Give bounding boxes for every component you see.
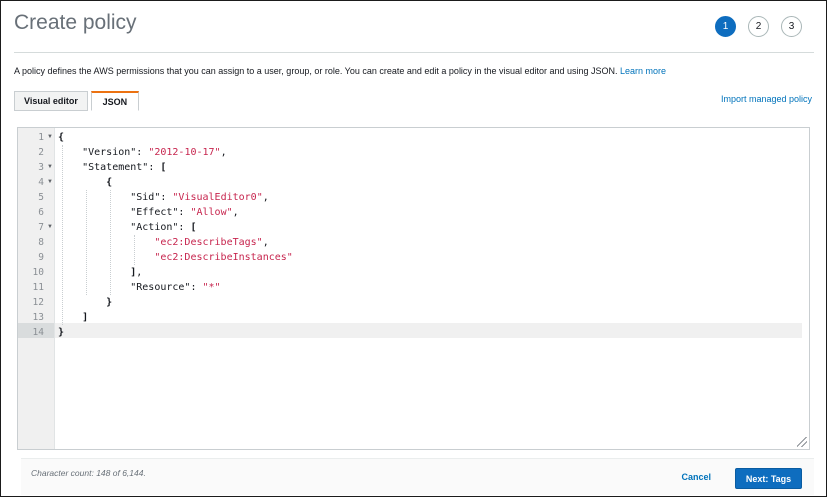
page-title: Create policy <box>14 11 137 34</box>
code-line-11: "Resource": "*" <box>130 282 221 293</box>
line-number: 14 <box>32 327 44 338</box>
code-line-3: "Statement": [ <box>82 162 167 173</box>
line-number: 8 <box>38 237 44 248</box>
code-line-9: "ec2:DescribeInstances" <box>154 252 293 263</box>
line-number: 11 <box>32 282 44 293</box>
line-number: 10 <box>32 267 44 278</box>
step-1[interactable]: 1 <box>715 16 736 37</box>
code-line-8: "ec2:DescribeTags", <box>154 237 269 248</box>
character-count: Character count: 148 of 6,144. <box>31 468 146 478</box>
tab-visual-editor[interactable]: Visual editor <box>14 91 88 111</box>
next-tags-button[interactable]: Next: Tags <box>735 468 802 489</box>
description-text: A policy defines the AWS permissions tha… <box>14 66 618 76</box>
fold-toggle-icon[interactable]: ▼ <box>47 130 53 145</box>
create-policy-window: Create policy 1 2 3 A policy defines the… <box>0 0 827 497</box>
line-number: 3 <box>38 162 44 173</box>
line-number: 2 <box>38 147 44 158</box>
code-line-12: } <box>106 297 113 308</box>
code-line-5: "Sid": "VisualEditor0", <box>130 192 269 203</box>
json-editor[interactable]: 1 2 3 4 5 6 7 8 9 10 11 12 13 14 ▼ ▼ ▼ ▼… <box>17 127 810 450</box>
code-line-2: "Version": "2012-10-17", <box>82 147 227 158</box>
code-line-4: { <box>106 177 113 188</box>
fold-toggle-icon[interactable]: ▼ <box>47 175 53 190</box>
code-line-10: ], <box>130 267 143 278</box>
fold-toggle-icon[interactable]: ▼ <box>47 160 53 175</box>
line-number: 9 <box>38 252 44 263</box>
import-managed-policy-link[interactable]: Import managed policy <box>721 94 812 104</box>
header-divider <box>14 52 814 53</box>
tab-json[interactable]: JSON <box>90 91 139 111</box>
code-line-1: { <box>58 132 65 143</box>
line-number: 7 <box>38 222 44 233</box>
footer-bar: Character count: 148 of 6,144. Cancel Ne… <box>21 458 814 495</box>
line-number: 12 <box>32 297 44 308</box>
code-line-7: "Action": [ <box>130 222 197 233</box>
fold-toggle-icon[interactable]: ▼ <box>47 220 53 235</box>
step-2[interactable]: 2 <box>748 16 769 37</box>
line-number: 1 <box>38 132 44 143</box>
line-number: 4 <box>38 177 44 188</box>
code-line-6: "Effect": "Allow", <box>130 207 239 218</box>
code-line-14: } <box>58 327 65 338</box>
line-number: 5 <box>38 192 44 203</box>
policy-description: A policy defines the AWS permissions tha… <box>14 66 666 76</box>
editor-tabs: Visual editor JSON <box>14 91 139 111</box>
line-number: 13 <box>32 312 44 323</box>
code-line-13: ] <box>82 312 89 323</box>
active-line-highlight <box>55 323 802 338</box>
step-3[interactable]: 3 <box>781 16 802 37</box>
line-number: 6 <box>38 207 44 218</box>
cancel-button[interactable]: Cancel <box>681 472 711 482</box>
learn-more-link[interactable]: Learn more <box>620 66 666 76</box>
resize-handle-icon[interactable] <box>797 437 807 447</box>
step-indicator: 1 2 3 <box>715 16 802 37</box>
